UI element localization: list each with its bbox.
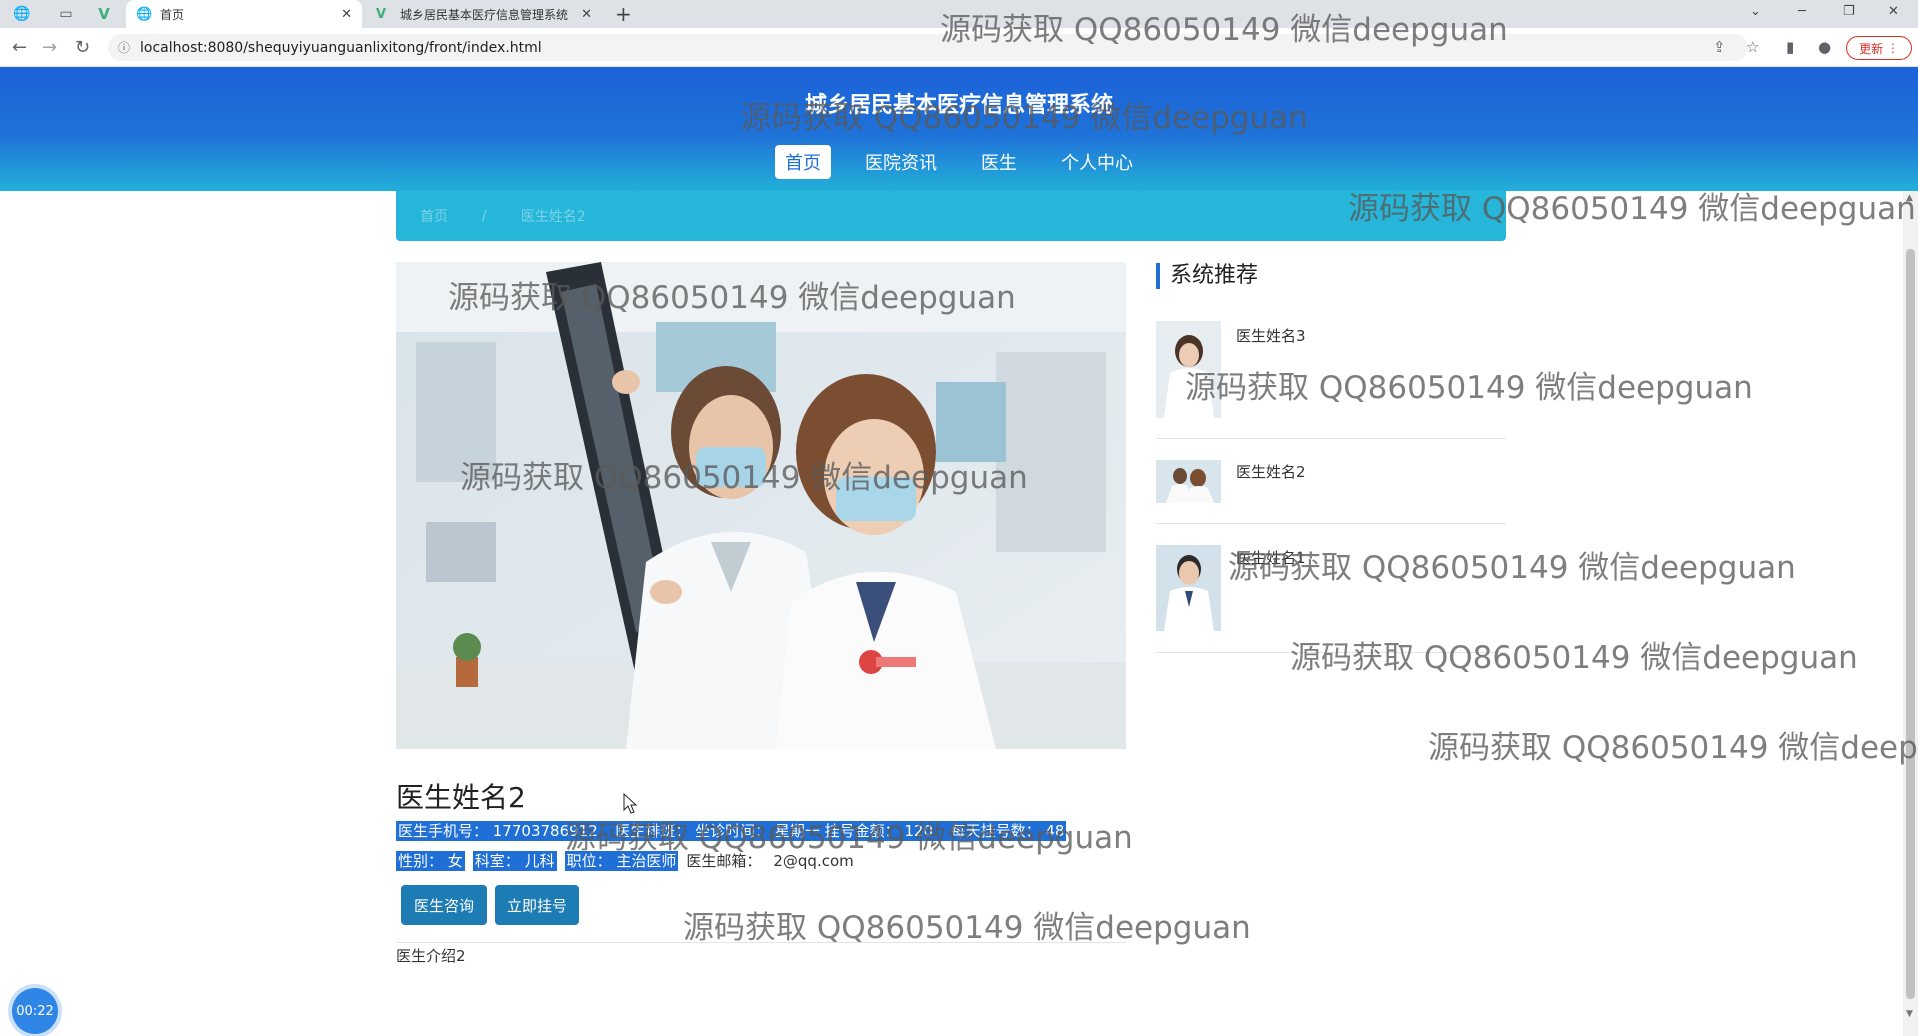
back-icon[interactable]: ← — [12, 37, 27, 58]
recommend-thumbnail[interactable] — [1156, 321, 1221, 418]
pinned-tab-globe[interactable]: 🌐 — [6, 0, 38, 28]
doctor-photo — [396, 262, 1126, 749]
site-header: 城乡居民基本医疗信息管理系统 首页 医院资讯 医生 个人中心 — [0, 67, 1918, 191]
recommend-item[interactable]: 医生姓名2 — [1156, 457, 1506, 524]
scrollbar-thumb[interactable] — [1906, 249, 1915, 999]
vue-logo-icon: V — [376, 6, 387, 22]
doctor-phone: 医生手机号： 17703786912 — [396, 821, 600, 841]
reload-icon[interactable]: ↻ — [75, 37, 90, 58]
doctor-info-row-1: 医生手机号： 17703786912 医生排班： 坐诊时间： 星期一 挂号金额：… — [396, 820, 1067, 841]
recommend-item[interactable]: 医生姓名3 — [1156, 321, 1506, 439]
nav-item-doctors[interactable]: 医生 — [971, 145, 1027, 179]
page-icon: ▭ — [59, 6, 73, 22]
recommend-name[interactable]: 医生姓名3 — [1236, 325, 1306, 346]
tab-title: 城乡居民基本医疗信息管理系统 — [400, 7, 569, 22]
side-panel-icon[interactable]: ▮ — [1786, 38, 1794, 56]
doctor-intro: 医生介绍2 — [396, 947, 466, 965]
vue-logo-icon: V — [98, 5, 110, 23]
bookmark-star-icon[interactable]: ☆ — [1746, 38, 1759, 56]
tab-system[interactable]: V 城乡居民基本医疗信息管理系统 ✕ — [366, 0, 602, 28]
restore-icon[interactable]: ❐ — [1843, 0, 1855, 22]
recommend-name[interactable]: 医生姓名2 — [1236, 461, 1306, 482]
page-scrollbar[interactable]: ▲ ▼ — [1903, 191, 1918, 1036]
doctor-consult-button[interactable]: 医生咨询 — [401, 885, 487, 925]
recommend-title: 系统推荐 — [1156, 263, 1258, 289]
doctor-email: 2@qq.com — [773, 852, 854, 870]
scroll-up-icon[interactable]: ▲ — [1906, 193, 1913, 203]
recommend-thumbnail[interactable] — [1156, 545, 1221, 631]
register-now-button[interactable]: 立即挂号 — [495, 885, 579, 925]
mouse-cursor-icon — [623, 793, 638, 814]
globe-icon: 🌐 — [13, 6, 31, 22]
tab-home[interactable]: 🌐 首页 ✕ — [126, 0, 362, 28]
tab-search-icon[interactable]: ⌄ — [1750, 0, 1761, 22]
profile-icon[interactable]: ● — [1818, 38, 1831, 56]
nav-item-personal-center[interactable]: 个人中心 — [1051, 145, 1143, 179]
share-icon[interactable]: ⇪ — [1713, 38, 1726, 56]
site-info-icon[interactable]: ⓘ — [118, 39, 130, 56]
doctor-info-row-2: 性别： 女科室： 儿科 职位： 主治医师 医生邮箱： 2@qq.com — [396, 850, 854, 871]
scroll-down-icon[interactable]: ▼ — [1906, 1009, 1913, 1019]
close-tab-icon[interactable]: ✕ — [341, 7, 352, 22]
recording-timer: 00:22 — [12, 988, 58, 1034]
minimize-icon[interactable]: ─ — [1798, 0, 1806, 22]
breadcrumb-home-link[interactable]: 首页 — [420, 206, 448, 226]
url-text: localhost:8080/shequyiyuanguanlixitong/f… — [140, 39, 542, 56]
nav-item-home[interactable]: 首页 — [775, 145, 831, 179]
nav-item-hospital-news[interactable]: 医院资讯 — [855, 145, 947, 179]
watermark: 源码获取 QQ86050149 微信deepguan — [1428, 730, 1918, 766]
main-nav: 首页 医院资讯 医生 个人中心 — [0, 145, 1918, 179]
new-tab-button[interactable]: + — [615, 2, 632, 26]
doctor-gender: 性别： 女 — [396, 851, 465, 871]
recommend-name[interactable]: 医生姓名1 — [1236, 547, 1306, 568]
browser-tab-strip: 🌐 ▭ V 🌐 首页 ✕ V 城乡居民基本医疗信息管理系统 ✕ + ⌄ ─ ❐ … — [0, 0, 1918, 28]
address-bar[interactable]: ⓘ localhost:8080/shequyiyuanguanlixitong… — [108, 34, 1748, 61]
site-title: 城乡居民基本医疗信息管理系统 — [804, 93, 1113, 118]
pinned-tab-vue[interactable]: V — [88, 0, 120, 28]
doctor-name: 医生姓名2 — [396, 781, 526, 814]
recommend-thumbnail[interactable] — [1156, 460, 1221, 503]
tab-title: 首页 — [160, 7, 185, 22]
doctor-email-label: 医生邮箱： — [686, 852, 762, 870]
update-button[interactable]: 更新 ⋮ — [1846, 36, 1912, 60]
recommend-item[interactable]: 医生姓名1 — [1156, 543, 1506, 653]
content-divider — [396, 942, 1126, 943]
address-toolbar: ← → ↻ ⓘ localhost:8080/shequyiyuanguanli… — [0, 28, 1918, 67]
breadcrumb-separator: / — [482, 208, 487, 224]
breadcrumb: 首页 / 医生姓名2 — [396, 191, 1506, 241]
forward-icon[interactable]: → — [42, 37, 57, 58]
breadcrumb-current: 医生姓名2 — [520, 209, 586, 225]
pinned-tab-blank[interactable]: ▭ — [50, 0, 82, 28]
doctor-position: 职位： 主治医师 — [564, 851, 679, 871]
doctor-daily-limit: 每天挂号数： 48 — [948, 821, 1067, 841]
globe-icon: 🌐 — [136, 6, 153, 22]
watermark: 源码获取 QQ86050149 微信deepguan — [683, 910, 1251, 946]
update-label: 更新 — [1859, 41, 1884, 56]
close-window-icon[interactable]: ✕ — [1888, 0, 1899, 22]
close-tab-icon[interactable]: ✕ — [581, 7, 592, 22]
doctor-department: 科室： 儿科 — [472, 851, 557, 871]
doctor-schedule: 医生排班： 坐诊时间： 星期一 挂号金额： 120 — [613, 821, 936, 841]
